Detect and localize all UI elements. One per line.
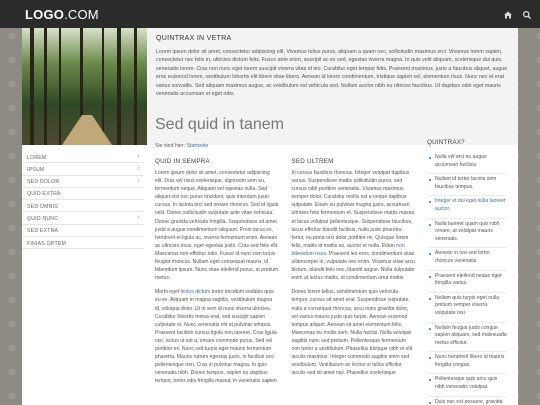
nav-item[interactable]: LOREM › — [22, 151, 144, 164]
logo-light-text: .COM — [64, 7, 99, 22]
nav-item-label: SED OMNIS — [27, 203, 58, 210]
sidebar-list-item: Praesent eleifend neque eget fringilla v… — [427, 271, 507, 293]
search-icon[interactable] — [522, 7, 532, 20]
page-title: Sed quid in tanem — [155, 116, 284, 133]
chevron-right-icon: › — [137, 153, 140, 160]
column-1-paragraph-1: Lorem ipsum dolor sit amet, consectetur … — [155, 170, 279, 282]
sidebar-list-item: Aenean in nisi sed tortor rhoncus venena… — [427, 248, 507, 271]
sidebar-list-item: Nullam id tortor lacinia sem faucibus te… — [427, 174, 507, 197]
nav-item[interactable]: QUID EXTRA — [22, 188, 144, 201]
chevron-right-icon: › — [137, 214, 140, 222]
breadcrumb-link-home[interactable]: Startseite — [186, 143, 208, 149]
nav-item-label: QUID EXTRA — [27, 191, 61, 198]
sidebar-list-item: Nulla vel orci eu augue accumsan facilis… — [427, 152, 507, 175]
left-navigation: LOREM › IPSUM › SED DOLOR › QUID EXTRA SED OMNI… — [22, 151, 144, 250]
site-logo[interactable]: LOGO.COM — [25, 7, 99, 22]
sidebar-list: Nulla vel orci eu augue accumsan facilis… — [427, 152, 507, 405]
sidebar-list-item[interactable]: Integer et dui eget nulla laoreet auctor… — [427, 196, 507, 219]
nav-item-label: IPSUM — [27, 166, 45, 173]
column-2-paragraph-2: Donec lorem tellus, condimentum quis veh… — [291, 289, 413, 377]
sidebar-list-item: Pellentesque quis arcu quis nibh venenat… — [427, 374, 507, 397]
column-2-text: In cursus faucibus rhoncus. Integer volu… — [291, 170, 415, 249]
sidebar-title: QUINTRAX? — [427, 139, 465, 146]
intro-title: QUINTRAX IN VETRA — [156, 35, 232, 42]
intro-text: Lorem ipsum dolor sit amet, consectetur … — [156, 49, 508, 98]
chevron-right-icon: › — [137, 165, 140, 173]
nav-item[interactable]: SED DOLOR › — [22, 176, 144, 188]
sidebar-list-item: Nulla laoreet quam quis nibh ornare, at … — [427, 219, 507, 249]
right-sidebar: QUINTRAX? Nulla vel orci eu augue accums… — [427, 139, 507, 405]
sidebar-list-item: Nullam quis turpis eget nulla pretium se… — [427, 293, 507, 323]
nav-item-label: FINIAS OPTEM — [27, 240, 67, 247]
logo-bold-text: LOGO — [25, 7, 65, 22]
nav-item[interactable]: QUID NUNC › — [22, 212, 144, 225]
nav-item-label: QUID NUNC — [27, 216, 59, 223]
column-2-title: SED ULTREM — [291, 158, 334, 165]
top-bar: LOGO.COM — [0, 0, 540, 28]
nav-item[interactable]: FINIAS OPTEM — [22, 237, 144, 250]
home-icon[interactable] — [503, 7, 513, 19]
breadcrumb: Sie sind hier: Startseite — [155, 143, 415, 149]
sidebar-list-item: Duis nec est posuere, gravida diam ac, t… — [427, 397, 507, 405]
page-container: QUINTRAX IN VETRA Lorem ipsum dolor sit … — [22, 28, 518, 405]
nav-item-label: SED DOLOR — [27, 179, 60, 186]
column-1-text: Morbi eget — [155, 289, 181, 296]
column-2-paragraph-1: In cursus faucibus rhoncus. Integer volu… — [292, 169, 416, 282]
hero-forest-image — [22, 28, 147, 145]
content-column-1: QUID IN SEMPRA Lorem ipsum dolor sit ame… — [155, 158, 279, 391]
nav-item-label: SED EXTRA — [27, 228, 59, 235]
sidebar-list-item: Nullam feugiat justo congue sapien aliqu… — [427, 323, 507, 353]
column-1-paragraph-2: Morbi eget lectus dictum tortor tincidun… — [155, 288, 279, 385]
chevron-right-icon: › — [137, 177, 140, 185]
column-1-text: tortor tincidunt sodales quis eu ex. Ali… — [155, 289, 277, 385]
nav-item[interactable]: SED EXTRA — [22, 225, 144, 238]
column-1-title: QUID IN SEMPRA — [155, 158, 210, 165]
breadcrumb-prefix: Sie sind hier: — [155, 143, 185, 149]
content-column-2: SED ULTREM In cursus faucibus rhoncus. I… — [292, 158, 416, 391]
sidebar-list-item: Nunc hendrerit libero id mauris fringill… — [427, 352, 507, 375]
nav-item[interactable]: IPSUM › — [22, 163, 144, 176]
inline-link[interactable]: lectus dictum — [180, 289, 210, 295]
nav-item-label: LOREM — [27, 154, 47, 161]
top-icons — [503, 7, 532, 20]
main-content: Sed quid in tanem Sie sind hier: Startse… — [155, 116, 415, 391]
nav-item[interactable]: SED OMNIS — [22, 200, 144, 213]
